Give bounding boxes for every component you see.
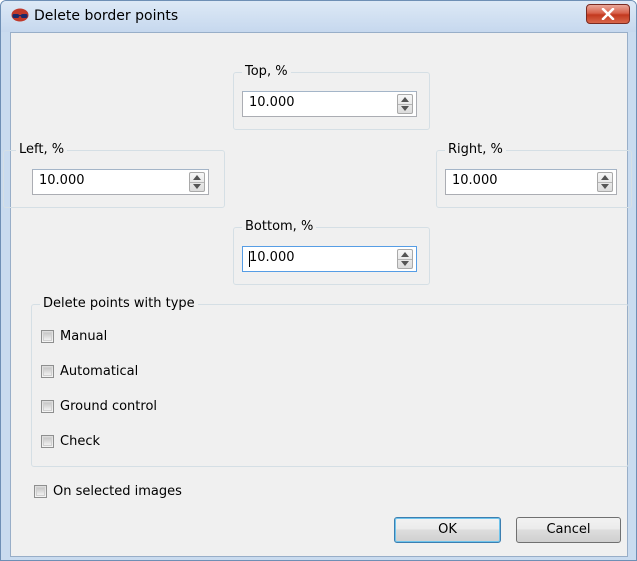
point-type-group-title: Delete points with type <box>40 296 198 312</box>
top-margin-label: Top, % <box>242 64 291 80</box>
title-bar[interactable]: Delete border points <box>1 1 636 32</box>
bottom-margin-spinbox[interactable] <box>242 246 417 272</box>
bottom-margin-input[interactable] <box>249 250 369 265</box>
selected-images-label: On selected images <box>53 484 182 499</box>
right-margin-spinbox[interactable] <box>445 169 617 195</box>
right-margin-decrement-button[interactable] <box>598 182 612 191</box>
right-margin-input[interactable] <box>452 173 572 188</box>
arrow-down-icon <box>401 106 409 111</box>
dialog-content: Top, % Left, % <box>3 32 632 557</box>
cancel-button[interactable]: Cancel <box>516 517 621 543</box>
right-margin-label: Right, % <box>445 142 506 158</box>
right-margin-spin-buttons <box>597 172 613 192</box>
bottom-margin-group: Bottom, % <box>233 219 430 285</box>
automatical-checkbox[interactable] <box>41 365 54 378</box>
left-margin-decrement-button[interactable] <box>190 182 204 191</box>
anaglyph-glasses-icon <box>11 8 29 22</box>
arrow-down-icon <box>193 184 201 189</box>
top-margin-group: Top, % <box>233 64 430 130</box>
top-margin-decrement-button[interactable] <box>398 104 412 113</box>
left-margin-group: Left, % <box>3 142 225 208</box>
dialog-title: Delete border points <box>34 8 179 24</box>
close-button[interactable] <box>586 4 630 24</box>
check-checkbox[interactable] <box>41 435 54 448</box>
bottom-margin-spin-buttons <box>397 249 413 269</box>
left-margin-input[interactable] <box>39 173 159 188</box>
arrow-down-icon <box>601 184 609 189</box>
bottom-margin-label: Bottom, % <box>242 219 317 235</box>
ground-control-checkbox[interactable] <box>41 400 54 413</box>
manual-checkbox[interactable] <box>41 330 54 343</box>
selected-images-checkbox[interactable] <box>34 485 47 498</box>
arrow-up-icon <box>401 97 409 102</box>
right-margin-group: Right, % <box>436 142 632 208</box>
left-margin-label: Left, % <box>16 142 68 158</box>
bottom-margin-decrement-button[interactable] <box>398 259 412 268</box>
ok-button[interactable]: OK <box>394 517 501 543</box>
left-margin-spin-buttons <box>189 172 205 192</box>
arrow-up-icon <box>401 252 409 257</box>
top-margin-input[interactable] <box>249 95 369 110</box>
dialog-window: Delete border points Top, % 10.000 Left,… <box>0 0 637 561</box>
left-margin-spinbox[interactable] <box>32 169 209 195</box>
point-type-group: Delete points with type Manual Automatic… <box>31 296 629 467</box>
top-margin-spinbox[interactable] <box>242 91 417 117</box>
close-icon <box>601 8 615 20</box>
ground-control-label: Ground control <box>60 399 158 414</box>
arrow-down-icon <box>401 261 409 266</box>
text-cursor <box>249 251 250 267</box>
manual-label: Manual <box>60 329 108 344</box>
top-margin-spin-buttons <box>397 94 413 114</box>
arrow-up-icon <box>601 175 609 180</box>
arrow-up-icon <box>193 175 201 180</box>
check-label: Check <box>60 434 100 449</box>
automatical-label: Automatical <box>60 364 139 379</box>
